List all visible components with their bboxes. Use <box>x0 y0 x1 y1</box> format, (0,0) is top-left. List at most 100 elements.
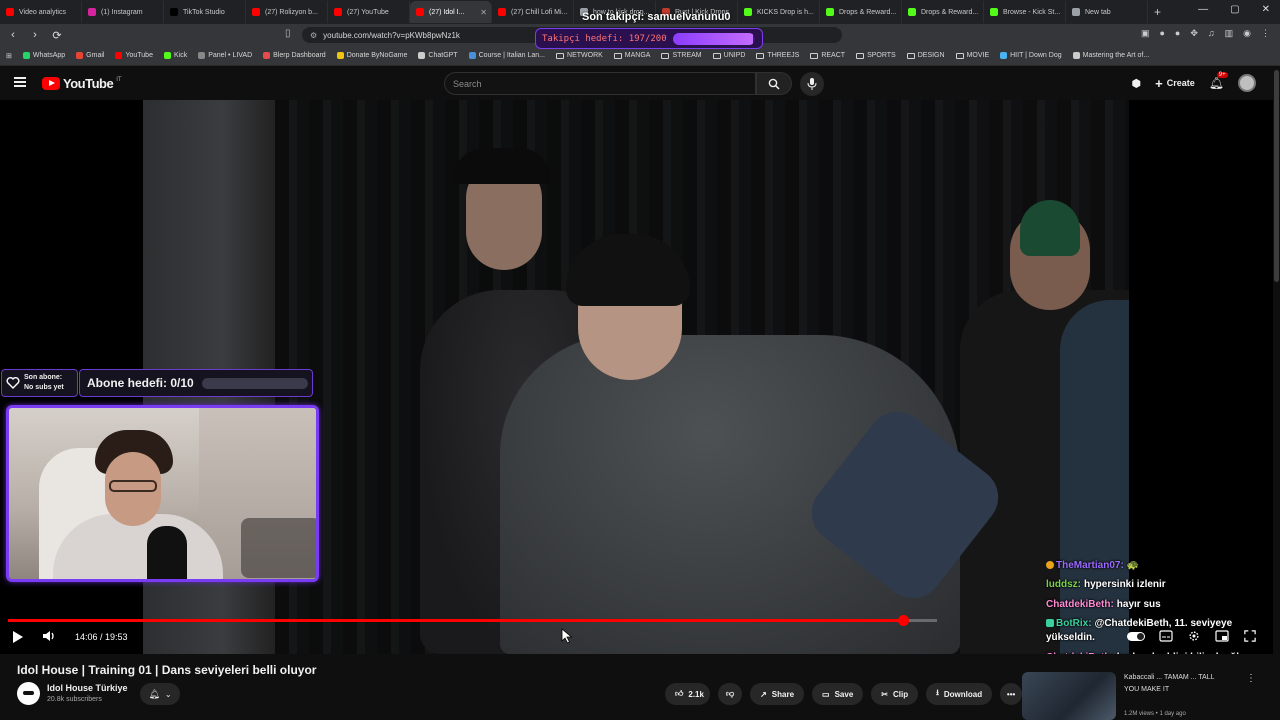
bookmark-folder[interactable]: NETWORK <box>556 52 603 59</box>
bookmark-folder[interactable]: UNIPD <box>712 52 745 59</box>
search-input[interactable]: Search <box>444 72 756 95</box>
bookmark-label: WhatsApp <box>32 52 66 59</box>
bookmark-item[interactable]: Kick <box>163 52 187 59</box>
page-scrollbar[interactable] <box>1273 66 1280 720</box>
browser-tab[interactable]: Drops & Reward... <box>902 1 984 23</box>
bookmark-label: NETWORK <box>567 52 603 59</box>
recommended-video-thumbnail[interactable] <box>1022 672 1116 720</box>
bookmark-folder[interactable]: STREAM <box>661 52 702 59</box>
bookmark-page-icon[interactable]: ▯ <box>285 28 291 39</box>
browser-tab-label: (27) Idol I... <box>429 8 465 16</box>
scrubber-handle[interactable] <box>898 615 910 626</box>
browser-tab[interactable]: Drops & Reward... <box>820 1 902 23</box>
extensions-puzzle-icon[interactable]: ✥ <box>1190 28 1198 39</box>
thumbs-up-icon: 👍︎ <box>675 689 684 698</box>
browser-tab[interactable]: KICKS Drop is h... <box>738 1 820 23</box>
close-window-icon[interactable]: ✕ <box>1262 4 1270 15</box>
bookmark-folder[interactable]: DESIGN <box>906 52 945 59</box>
volume-icon[interactable] <box>42 629 56 643</box>
close-tab-icon[interactable]: ✕ <box>480 8 487 17</box>
chevron-down-icon: ⌄ <box>164 689 172 699</box>
bookmark-item[interactable]: HIIT | Down Dog <box>1000 52 1062 59</box>
notifications-button[interactable]: 🔔︎ 9+ <box>1209 72 1228 90</box>
cast-icon[interactable]: ⬢ <box>1132 77 1142 90</box>
share-button[interactable]: ↗ Share <box>750 683 805 705</box>
folder-icon <box>856 52 865 59</box>
browser-tab[interactable]: (27) Idol I... ✕ <box>410 1 492 23</box>
browser-menu-icon[interactable]: ⋮ <box>1261 28 1270 39</box>
bookmark-item[interactable]: Course | Italian Lan... <box>468 52 545 59</box>
bookmark-item[interactable]: Mastering the Art of... <box>1072 52 1149 59</box>
apps-grid-icon[interactable]: ⊞ <box>6 52 12 60</box>
extension-icon[interactable]: ● <box>1159 28 1164 39</box>
bookmark-folder[interactable]: MOVIE <box>955 52 989 59</box>
create-button[interactable]: + Create <box>1155 76 1195 91</box>
account-avatar[interactable] <box>1238 74 1256 92</box>
chat-text: hypersinki izlenir <box>1084 579 1166 591</box>
back-icon[interactable]: ‹ <box>4 29 22 41</box>
search-button[interactable] <box>756 72 792 95</box>
youtube-logo[interactable]: YouTube IT <box>42 76 122 91</box>
bookmark-item[interactable]: Panel • LIVAD <box>198 52 252 59</box>
bookmark-label: THREEJS <box>767 52 800 59</box>
bot-badge-icon <box>1046 618 1054 627</box>
bookmark-label: SPORTS <box>867 52 896 59</box>
more-actions-button[interactable]: ••• <box>1000 683 1023 705</box>
browser-tab[interactable]: (27) Chill Lofi Mi... <box>492 1 574 23</box>
browser-tab-label: New tab <box>1085 8 1111 16</box>
browser-tab[interactable]: Video analytics <box>0 1 82 23</box>
extension-icon[interactable]: ● <box>1175 28 1180 39</box>
bookmark-folder[interactable]: SPORTS <box>856 52 896 59</box>
subscriber-goal-widget: Abone hedefi: 0/10 <box>79 369 313 397</box>
clip-button[interactable]: ✂ Clip <box>871 683 919 705</box>
browser-tab[interactable]: (1) Instagram <box>82 1 164 23</box>
site-info-icon[interactable]: ⚙ <box>310 31 317 40</box>
like-button[interactable]: 👍︎ 2.1k <box>665 683 710 705</box>
bookmark-item[interactable]: Blerp Dashboard <box>263 52 326 59</box>
bookmark-folder[interactable]: THREEJS <box>756 52 799 59</box>
forward-icon[interactable]: › <box>26 29 44 41</box>
extension-icon[interactable]: ▣ <box>1141 28 1150 39</box>
follower-goal-bar <box>672 32 755 45</box>
bookmark-item[interactable]: Donate ByNoGame <box>336 52 407 59</box>
video-progress-bar[interactable] <box>8 615 937 626</box>
media-control-icon[interactable]: ♫ <box>1208 28 1215 39</box>
maximize-icon[interactable]: ▢ <box>1230 4 1239 15</box>
chat-message: BotRix: @ChatdekiBeth, 11. seviyeye yükse… <box>1046 614 1280 648</box>
save-button[interactable]: ▭ Save <box>812 683 864 705</box>
bookmark-folder[interactable]: REACT <box>810 52 845 59</box>
browser-tab[interactable]: (27) Rolizyon b... <box>246 1 328 23</box>
browser-tab-label: Video analytics <box>19 8 66 16</box>
dislike-button[interactable]: 👎︎ <box>717 683 743 705</box>
more-options-icon[interactable]: ⋮ <box>1246 673 1256 684</box>
folder-icon <box>613 52 622 59</box>
recommended-video-title[interactable]: Kabaccali ... TAMAM ... TALL <box>1124 674 1215 681</box>
browser-tab[interactable]: TikTok Studio <box>164 1 246 23</box>
plus-icon: + <box>1155 75 1163 91</box>
new-tab-button[interactable]: + <box>1154 5 1161 19</box>
bookmark-item[interactable]: Gmail <box>76 52 104 59</box>
folder-icon <box>712 52 721 59</box>
voice-search-button[interactable] <box>800 72 824 96</box>
minimize-icon[interactable]: — <box>1198 4 1208 15</box>
channel-avatar[interactable] <box>17 682 40 705</box>
bookmark-folder[interactable]: MANGA <box>613 52 651 59</box>
browser-tab[interactable]: New tab <box>1066 1 1148 23</box>
reload-icon[interactable]: ⟳ <box>48 29 66 42</box>
bookmark-item[interactable]: YouTube <box>115 52 153 59</box>
chat-message: TheMartian07: 🐢 <box>1046 556 1280 575</box>
sidebar-icon[interactable]: ▥ <box>1225 28 1234 39</box>
browser-tab-label: KICKS Drop is h... <box>757 8 814 16</box>
browser-tab[interactable]: (27) YouTube <box>328 1 410 23</box>
bookmark-label: MANGA <box>624 52 651 59</box>
subscription-bell-button[interactable]: 🔔︎ ⌄ <box>140 683 180 705</box>
channel-name[interactable]: Idol House Türkiye <box>47 683 128 693</box>
play-icon[interactable] <box>13 631 23 643</box>
bookmark-item[interactable]: WhatsApp <box>22 52 66 59</box>
tab-favicon-icon <box>744 8 752 16</box>
profile-icon[interactable]: ◉ <box>1243 28 1251 39</box>
bookmark-item[interactable]: ChatGPT <box>418 52 458 59</box>
browser-tab[interactable]: Browse - Kick St... <box>984 1 1066 23</box>
hamburger-menu-icon[interactable] <box>14 77 26 87</box>
download-button[interactable]: ⭳ Download <box>926 683 993 705</box>
